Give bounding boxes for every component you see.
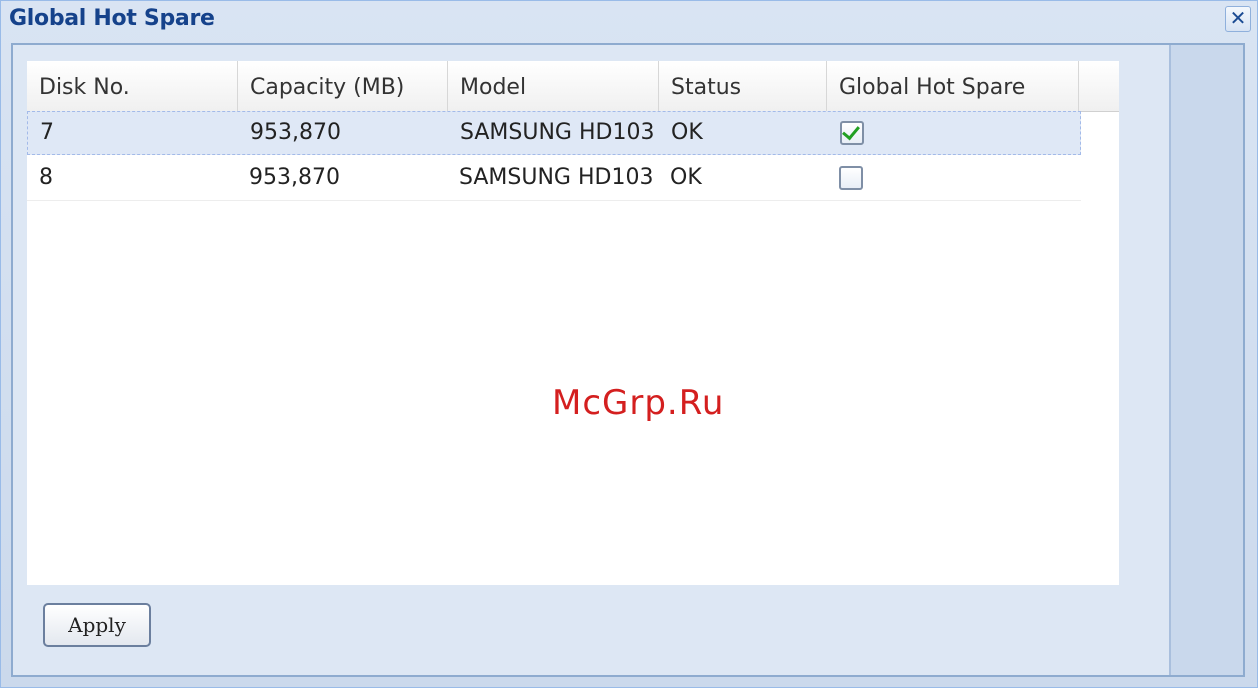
checkmark-icon [842,121,860,141]
window-titlebar[interactable]: Global Hot Spare ✕ [1,1,1257,41]
column-header-model[interactable]: Model [448,61,659,111]
close-icon: ✕ [1229,6,1247,30]
disk-grid: Disk No. Capacity (MB) Model Status Glob… [27,61,1119,585]
grid-header: Disk No. Capacity (MB) Model Status Glob… [27,61,1119,112]
cell-model: SAMSUNG HD103 [460,120,655,145]
cell-capacity: 953,870 [250,120,341,145]
global-hot-spare-window: Global Hot Spare ✕ Disk No. Capacity (MB… [0,0,1258,688]
global-hot-spare-checkbox[interactable] [839,166,863,190]
table-row[interactable]: 8 953,870 SAMSUNG HD103 OK [27,157,1081,201]
column-header-status[interactable]: Status [659,61,827,111]
cell-disk-no: 8 [39,165,53,190]
column-header-capacity[interactable]: Capacity (MB) [238,61,448,111]
window-title: Global Hot Spare [9,6,215,31]
apply-button[interactable]: Apply [43,603,151,647]
cell-status: OK [670,165,702,190]
column-header-disk-no[interactable]: Disk No. [27,61,238,111]
cell-status: OK [671,120,703,145]
cell-disk-no: 7 [40,120,54,145]
cell-model: SAMSUNG HD103 [459,165,654,190]
content-panel: Disk No. Capacity (MB) Model Status Glob… [13,45,1171,675]
watermark: McGrp.Ru [552,383,725,423]
table-row[interactable]: 7 953,870 SAMSUNG HD103 OK [27,111,1081,155]
global-hot-spare-checkbox[interactable] [840,121,864,145]
close-button[interactable]: ✕ [1225,6,1251,32]
column-header-global-hot-spare[interactable]: Global Hot Spare [827,61,1079,111]
window-body: Disk No. Capacity (MB) Model Status Glob… [11,43,1245,677]
cell-capacity: 953,870 [249,165,340,190]
